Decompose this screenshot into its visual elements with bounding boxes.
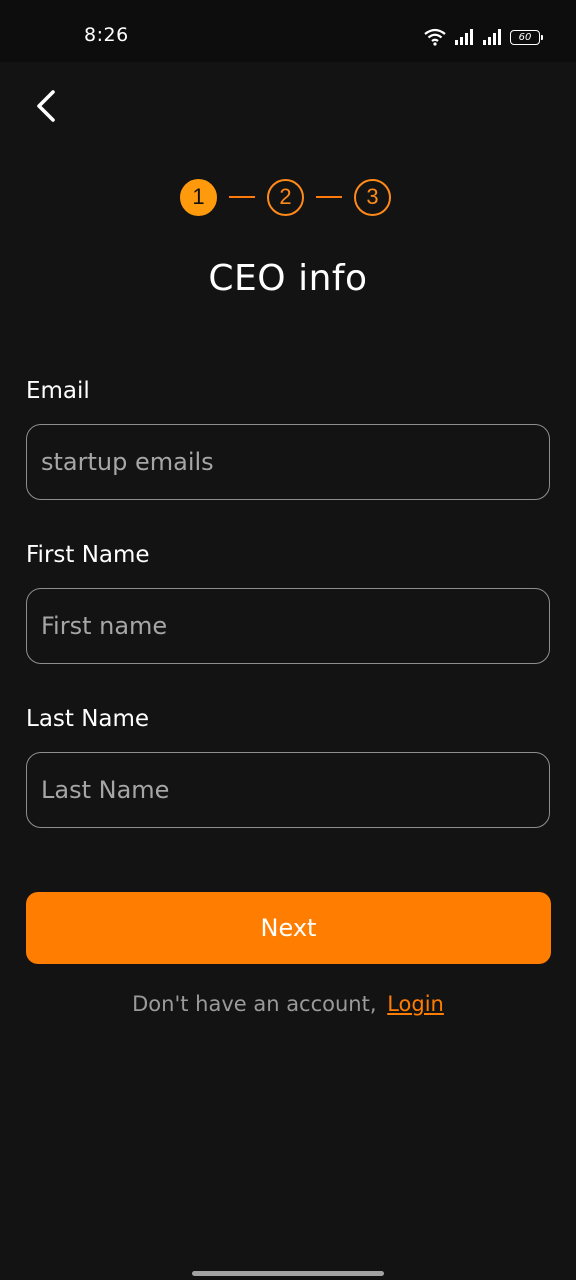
first-name-field[interactable] xyxy=(39,611,537,641)
battery-level: 60 xyxy=(518,31,532,43)
step-indicator: 1 2 3 xyxy=(180,177,391,217)
account-prompt: Don't have an account, Login xyxy=(0,992,576,1016)
email-field[interactable] xyxy=(39,447,537,477)
status-time: 8:26 xyxy=(84,24,129,46)
step-1: 1 xyxy=(180,178,217,216)
step-2-number: 2 xyxy=(279,184,292,209)
last-name-label: Last Name xyxy=(26,706,150,732)
chevron-left-icon xyxy=(37,90,55,122)
step-connector xyxy=(316,195,342,199)
status-icons: 60 xyxy=(424,26,543,48)
last-name-field-container[interactable] xyxy=(26,752,550,828)
signal-icon xyxy=(483,29,501,45)
signal-icon xyxy=(455,29,473,45)
first-name-field-container[interactable] xyxy=(26,588,550,664)
status-bar: 8:26 60 xyxy=(0,0,576,62)
step-1-number: 1 xyxy=(192,184,205,209)
step-3: 3 xyxy=(354,178,391,216)
step-3-number: 3 xyxy=(366,184,379,209)
last-name-field[interactable] xyxy=(39,775,537,805)
home-indicator[interactable] xyxy=(192,1271,384,1276)
login-link[interactable]: Login xyxy=(387,992,444,1016)
ceo-info-screen: 8:26 60 1 2 3 CEO info Email startup ema… xyxy=(0,0,576,1280)
first-name-label: First Name xyxy=(26,542,150,568)
email-label: Email xyxy=(26,378,90,404)
battery-icon: 60 xyxy=(510,29,543,45)
step-2: 2 xyxy=(267,178,304,216)
email-field-container[interactable] xyxy=(26,424,550,500)
account-prompt-text: Don't have an account, xyxy=(132,992,377,1016)
next-button[interactable]: Next xyxy=(26,892,551,964)
step-connector xyxy=(229,195,255,199)
back-button[interactable] xyxy=(22,80,70,132)
wifi-icon xyxy=(424,28,446,46)
page-title: CEO info xyxy=(208,258,368,299)
